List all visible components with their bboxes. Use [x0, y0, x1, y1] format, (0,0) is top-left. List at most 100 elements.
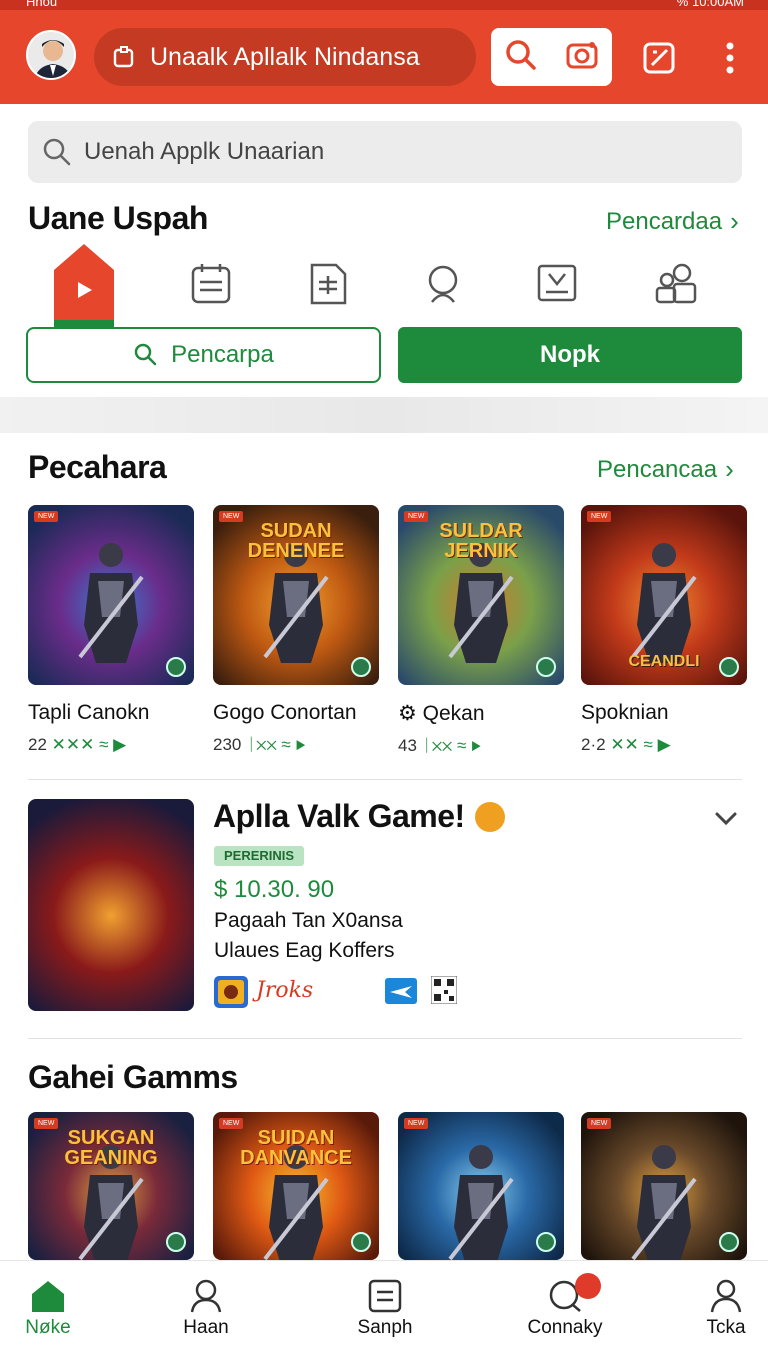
open-icon[interactable] [536, 1232, 556, 1252]
category-play[interactable] [54, 242, 114, 328]
rating-symbols: ᛁ✕✕ ≈ ▶ [246, 735, 306, 754]
open-icon[interactable] [719, 1232, 739, 1252]
people-icon [655, 263, 697, 304]
see-all-link-1[interactable]: Pencardaa › [606, 206, 739, 237]
camera-icon[interactable] [565, 38, 599, 77]
inbox-icon [537, 264, 577, 302]
game-title: ⚙ Qekan [398, 702, 485, 725]
section-title-3: Gahei Gamms [28, 1059, 238, 1095]
rating-count: 43 [398, 736, 417, 755]
hero-figure-icon [448, 1144, 514, 1260]
app-title-pill[interactable]: Unaalk Apllalk Nindansa [94, 28, 476, 86]
status-bar: Hnou % 10:00AM [0, 0, 768, 10]
open-icon[interactable] [166, 1232, 186, 1252]
nav-label-list: Sanph [357, 1317, 413, 1338]
category-calculator[interactable] [306, 262, 350, 306]
art-footer: CEANDLI [628, 653, 700, 670]
nav-label-chat: Connaky [527, 1317, 603, 1338]
game-card[interactable]: NEW SUKGAN GEANING [28, 1112, 194, 1260]
game-title: Gogo Conortan [213, 701, 357, 724]
game-thumbnail[interactable]: NEW SUDAN DENENEE [213, 505, 379, 685]
art-title: SULDAR JERNIK [439, 520, 523, 562]
see-all-link-2[interactable]: Pencancaa › [597, 454, 734, 485]
feature-line-1: Pagaah Tan X0ansa [214, 909, 403, 932]
status-carrier: Hnou [26, 0, 58, 9]
feature-title[interactable]: Aplla Valk Game! [213, 798, 505, 835]
game-badge: NEW [34, 511, 59, 522]
news-icon [191, 264, 231, 304]
home-icon [32, 1281, 64, 1312]
appbar-action-group [491, 28, 612, 86]
game-card[interactable]: NEW CEANDLI Spoknian 2·2 ✕✕ ≈ ▶ [581, 505, 747, 755]
category-people[interactable] [654, 262, 698, 306]
game-thumbnail[interactable]: NEW [398, 1112, 564, 1260]
nav-item-home[interactable]: Nøke [0, 1261, 108, 1345]
section-title-2: Pecahara [28, 449, 167, 485]
game-thumbnail[interactable]: NEW SULDAR JERNIK [398, 505, 564, 685]
feature-tag-badge: PERERINIS [214, 846, 305, 866]
nav-item-profile[interactable]: Tcka [666, 1261, 768, 1345]
art-title: SUKGAN GEANING [64, 1127, 158, 1169]
section-title-1: Uane Uspah [28, 200, 208, 236]
primary-button[interactable]: Nopk [398, 327, 742, 383]
open-icon[interactable] [536, 657, 556, 677]
chevron-right-icon: › [730, 206, 739, 236]
chevron-right-icon: › [725, 454, 734, 484]
game-thumbnail[interactable]: NEW SUIDAN DANVANCE [213, 1112, 379, 1260]
art-title: SUIDAN DANVANCE [240, 1127, 352, 1169]
open-icon[interactable] [166, 657, 186, 677]
game-card[interactable]: NEW [398, 1112, 564, 1260]
status-time: % 10:00AM [676, 0, 744, 9]
rating-symbols: ✕✕✕ ≈ ▶ [51, 735, 127, 754]
nav-label-home: Nøke [25, 1317, 71, 1338]
plane-icon [385, 978, 417, 1009]
hero-figure-icon [78, 543, 144, 664]
see-all-label-1: Pencardaa [606, 207, 723, 235]
game-card[interactable]: NEW Tapli Canokn 22 ✕✕✕ ≈ ▶ [28, 505, 194, 755]
hero-figure-icon [631, 1144, 697, 1260]
game-thumbnail[interactable]: NEW SUKGAN GEANING [28, 1112, 194, 1260]
category-news[interactable] [190, 262, 234, 306]
game-title: Tapli Canokn [28, 701, 150, 724]
rating-symbols: ✕✕ ≈ ▶ [610, 735, 671, 754]
search-input[interactable]: Uenah Applk Unaarian [28, 121, 742, 183]
game-badge: NEW [404, 1118, 429, 1129]
profile-icon [710, 1279, 742, 1313]
nav-item-person[interactable]: Haan [146, 1261, 266, 1345]
nav-item-list[interactable]: Sanph [325, 1261, 445, 1345]
game-card[interactable]: NEW [581, 1112, 747, 1260]
rating-symbols: ᛁ✕✕ ≈ ▶ [421, 736, 482, 755]
nav-label-person: Haan [183, 1317, 229, 1338]
person-icon [190, 1279, 222, 1313]
rating-count: 230 [213, 735, 242, 754]
search-placeholder: Uenah Applk Unaarian [84, 138, 325, 165]
avatar[interactable] [26, 30, 76, 80]
list-icon [368, 1279, 402, 1313]
edit-icon[interactable] [642, 40, 678, 81]
feature-game-art[interactable]: NEWJNERONBIIASGADER [28, 799, 194, 1011]
feature-title-text: Aplla Valk Game! [213, 798, 465, 834]
category-search[interactable] [422, 262, 466, 306]
category-inbox[interactable] [536, 262, 580, 306]
more-icon[interactable] [718, 40, 742, 81]
open-icon[interactable] [719, 657, 739, 677]
divider [28, 779, 742, 780]
nav-item-chat[interactable]: Connaky [505, 1261, 625, 1345]
search-outline-button[interactable]: Pencarpa [26, 327, 381, 383]
game-thumbnail[interactable]: NEW [581, 1112, 747, 1260]
search-outline-label: Pencarpa [171, 341, 274, 368]
search-icon [428, 265, 458, 303]
game-thumbnail[interactable]: NEW CEANDLI [581, 505, 747, 685]
game-card[interactable]: NEW SULDAR JERNIK ⚙ Qekan 43 ᛁ✕✕ ≈ ▶ [398, 505, 564, 756]
app-bar: Unaalk Apllalk Nindansa [0, 10, 768, 104]
open-icon[interactable] [351, 1232, 371, 1252]
game-badge: NEW [587, 1118, 612, 1129]
feature-price: $ 10.30. 90 [214, 876, 335, 903]
rating-count: 22 [28, 735, 47, 754]
game-card[interactable]: NEW SUIDAN DANVANCE [213, 1112, 379, 1260]
search-icon[interactable] [504, 38, 538, 77]
game-thumbnail[interactable]: NEW [28, 505, 194, 685]
game-card[interactable]: NEW SUDAN DENENEE Gogo Conortan 230 ᛁ✕✕ ≈ ▶ [213, 505, 379, 755]
open-icon[interactable] [351, 657, 371, 677]
chevron-down-icon[interactable] [712, 808, 740, 833]
